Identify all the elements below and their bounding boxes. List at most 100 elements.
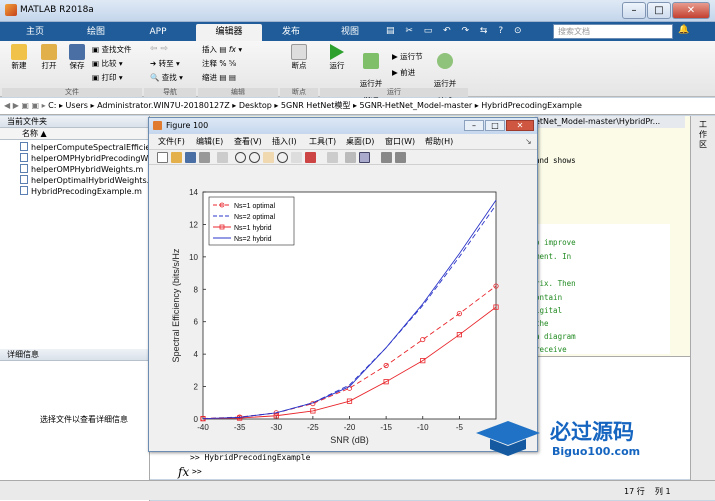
y-tick-label: 10 <box>189 253 198 262</box>
breakpoints-button[interactable]: 断点 <box>286 44 312 71</box>
figure-minimize-button[interactable]: – <box>464 120 484 131</box>
address-part[interactable]: Users <box>66 101 88 110</box>
m-file-icon <box>20 153 28 162</box>
run-advance-icon <box>363 53 379 69</box>
pan-icon[interactable] <box>263 152 274 163</box>
name-column-header[interactable]: 名称 ▲ <box>0 128 149 140</box>
find-files-button[interactable]: ▣ 查找文件 <box>92 44 131 55</box>
find-button[interactable]: 🔍 查找 ▾ <box>150 72 183 83</box>
back-forward-icon[interactable]: ◀ ▶ ▣ ▣ ▸ <box>0 101 46 110</box>
maximize-button[interactable]: □ <box>647 2 671 19</box>
data-cursor-icon[interactable] <box>291 152 302 163</box>
file-item[interactable]: HybridPrecodingExample.m <box>20 186 149 197</box>
file-item[interactable]: helperOMPHybridPrecodingWeights.m <box>20 153 149 164</box>
figure-close-button[interactable]: ✕ <box>506 120 534 131</box>
indent-button[interactable]: 缩进 ▤ ▤ <box>202 72 236 83</box>
file-item[interactable]: helperOptimalHybridWeights.m <box>20 175 149 186</box>
tab-home[interactable]: 主页 <box>8 24 62 41</box>
print-icon[interactable] <box>199 152 210 163</box>
chart: -40 -35 -30 -25 -20 -15 -10 -5 0 2 4 6 8 10 12 14 SNR (d… <box>149 166 537 451</box>
address-part[interactable]: Desktop <box>239 101 272 110</box>
address-part[interactable]: HybridPrecodingExample <box>481 101 582 110</box>
notification-icon[interactable]: 🔔 <box>678 25 689 35</box>
file-item[interactable]: helperOMPHybridWeights.m <box>20 164 149 175</box>
insert-button[interactable]: 插入 ▤ fx ▾ <box>202 44 242 55</box>
menu-edit[interactable]: 编辑(E) <box>196 135 223 148</box>
tab-publish[interactable]: 发布 <box>264 24 318 41</box>
rotate-icon[interactable] <box>277 152 288 163</box>
x-tick-label: -15 <box>380 423 392 432</box>
address-part[interactable]: 5GNR-HetNet_Model-master <box>360 101 473 110</box>
editor-line: ment. In <box>535 252 572 261</box>
y-tick-label: 12 <box>189 220 198 229</box>
compare-button[interactable]: ▣ 比较 ▾ <box>92 58 123 69</box>
row-indicator: 17 行 列 1 <box>624 487 671 496</box>
hide-tools-icon[interactable] <box>381 152 392 163</box>
menu-desktop[interactable]: 桌面(D) <box>346 135 374 148</box>
open-folder-icon <box>41 44 57 60</box>
minimize-button[interactable]: – <box>622 2 646 19</box>
figure-menu-bar: 文件(F) 编辑(E) 查看(V) 插入(I) 工具(T) 桌面(D) 窗口(W… <box>149 135 537 148</box>
y-tick-label: 2 <box>194 383 199 392</box>
nav-arrows-icon[interactable]: ⇦ ⇨ <box>150 44 168 54</box>
menu-insert[interactable]: 插入(I) <box>272 135 297 148</box>
command-prompt[interactable]: >> <box>192 467 202 476</box>
menu-file[interactable]: 文件(F) <box>158 135 185 148</box>
run-section-button[interactable]: ▶ 运行节 <box>392 51 423 62</box>
comment-button[interactable]: 注释 % ⅝ <box>202 58 236 69</box>
tab-plots[interactable]: 绘图 <box>66 24 126 41</box>
advance-button[interactable]: ▶ 前进 <box>392 67 415 78</box>
editor-line: ontain <box>535 293 563 302</box>
menu-tools[interactable]: 工具(T) <box>309 135 336 148</box>
goto-button[interactable]: ➔ 转至 ▾ <box>150 58 180 69</box>
editor-line: and shows <box>535 156 576 165</box>
x-tick-label: -30 <box>270 423 282 432</box>
menu-view[interactable]: 查看(V) <box>234 135 262 148</box>
edit-plot-icon[interactable] <box>217 152 228 163</box>
fx-icon[interactable]: fx <box>178 465 189 479</box>
zoom-in-icon[interactable] <box>235 152 246 163</box>
new-button[interactable]: 新建 <box>6 44 32 71</box>
tab-editor[interactable]: 编辑器 <box>196 24 262 41</box>
details-title: 详细信息 <box>0 349 149 361</box>
address-part[interactable]: 5GNR HetNet模型 <box>281 101 351 110</box>
legend-label: Ns=1 optimal <box>234 203 275 210</box>
watermark-sub: Biguo100.com <box>552 445 640 458</box>
file-item[interactable]: helperComputeSpectralEfficiency.m <box>20 142 149 153</box>
print-button[interactable]: ▣ 打印 ▾ <box>92 72 123 83</box>
tab-view[interactable]: 视图 <box>322 24 378 41</box>
open-button[interactable]: 打开 <box>36 44 62 71</box>
quick-access-toolbar[interactable]: ▤ ✂ ▭ ↶ ↷ ⇆ ? ⊙ <box>386 26 546 37</box>
new-figure-icon[interactable] <box>157 152 168 163</box>
workspace-label: 工作区 <box>699 120 707 149</box>
run-button[interactable]: 运行 <box>324 44 350 71</box>
y-tick-label: 6 <box>194 318 199 327</box>
run-icon <box>330 44 344 60</box>
brush-icon[interactable] <box>305 152 316 163</box>
x-axis-label: SNR (dB) <box>330 435 369 445</box>
tab-apps[interactable]: APP <box>130 24 186 41</box>
save-icon[interactable] <box>185 152 196 163</box>
editor-tab[interactable]: etNet_Model-master\HybridPr... <box>535 116 685 128</box>
link-plot-icon[interactable] <box>327 152 338 163</box>
legend-icon[interactable] <box>359 152 370 163</box>
menu-help[interactable]: 帮助(H) <box>425 135 453 148</box>
menu-window[interactable]: 窗口(W) <box>385 135 415 148</box>
address-drive[interactable]: C: <box>48 101 56 110</box>
close-button[interactable]: ✕ <box>672 2 710 19</box>
address-part[interactable]: Administrator.WIN7U-20180127Z <box>97 101 230 110</box>
colorbar-icon[interactable] <box>345 152 356 163</box>
m-file-icon <box>20 186 28 195</box>
address-bar[interactable]: ◀ ▶ ▣ ▣ ▸ C: ▸ Users ▸ Administrator.WIN… <box>0 98 715 115</box>
open-icon[interactable] <box>171 152 182 163</box>
figure-maximize-button[interactable]: □ <box>485 120 505 131</box>
figure-window[interactable]: Figure 100 – □ ✕ 文件(F) 编辑(E) 查看(V) 插入(I)… <box>148 117 538 452</box>
search-input[interactable]: 搜索文档 <box>553 24 673 39</box>
menu-dock-icon[interactable]: ↘ <box>525 135 532 148</box>
zoom-out-icon[interactable] <box>249 152 260 163</box>
figure-title: Figure 100 <box>166 121 209 130</box>
status-bar: 17 行 列 1 <box>0 480 715 500</box>
show-tools-icon[interactable] <box>395 152 406 163</box>
save-button[interactable]: 保存 <box>64 44 90 71</box>
x-tick-label: -20 <box>344 423 356 432</box>
